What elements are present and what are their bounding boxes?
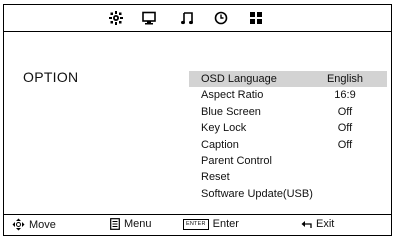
- menu-item-key-lock[interactable]: Key Lock Off: [189, 120, 387, 136]
- menu-item-reset[interactable]: Reset: [189, 169, 387, 185]
- menu-item-label: Key Lock: [201, 122, 247, 135]
- menu-item-value: Off: [337, 105, 353, 118]
- monitor-icon[interactable]: [141, 10, 157, 26]
- move-hint: Move: [12, 218, 56, 231]
- clock-icon[interactable]: [213, 10, 229, 26]
- menu-item-label: Aspect Ratio: [201, 89, 264, 102]
- exit-hint: Exit: [301, 218, 334, 230]
- menu-hint: Menu: [110, 218, 152, 230]
- move-label: Move: [29, 218, 56, 231]
- menu-item-label: Software Update(USB): [201, 187, 313, 200]
- menu-item-label: Blue Screen: [201, 105, 261, 118]
- tab-bar: [4, 5, 391, 32]
- return-arrow-icon: [301, 221, 312, 228]
- menu-label: Menu: [124, 218, 152, 230]
- grid-icon[interactable]: [248, 10, 264, 26]
- picture-settings-icon[interactable]: [108, 10, 124, 26]
- enter-label: Enter: [212, 218, 239, 230]
- key-hint-bar: Move Menu ENTER Enter Exit: [4, 214, 391, 235]
- menu-item-caption[interactable]: Caption Off: [189, 137, 387, 153]
- music-note-icon[interactable]: [179, 10, 195, 26]
- menu-item-value: Off: [337, 138, 353, 151]
- menu-item-label: Caption: [201, 138, 239, 151]
- enter-hint: ENTER Enter: [183, 218, 239, 230]
- option-menu: OSD Language English Aspect Ratio 16:9 B…: [189, 71, 387, 202]
- menu-item-parent-control[interactable]: Parent Control: [189, 153, 387, 169]
- menu-item-value: 16:9: [334, 89, 356, 102]
- menu-key-icon: [110, 218, 120, 230]
- menu-item-label: Parent Control: [201, 154, 272, 167]
- menu-item-label: OSD Language: [201, 73, 277, 85]
- enter-key-icon: ENTER: [183, 218, 209, 230]
- menu-item-value: Off: [337, 122, 353, 135]
- menu-item-label: Reset: [201, 171, 230, 184]
- page-title: OPTION: [23, 69, 79, 85]
- menu-item-osd-language[interactable]: OSD Language English: [189, 71, 387, 88]
- menu-item-software-update[interactable]: Software Update(USB): [189, 186, 387, 202]
- menu-item-blue-screen[interactable]: Blue Screen Off: [189, 104, 387, 120]
- osd-window: OPTION OSD Language English Aspect Ratio…: [3, 4, 392, 236]
- menu-item-value: English: [326, 73, 364, 85]
- four-arrows-icon: [12, 218, 25, 231]
- menu-item-aspect-ratio[interactable]: Aspect Ratio 16:9: [189, 87, 387, 103]
- exit-label: Exit: [316, 218, 335, 230]
